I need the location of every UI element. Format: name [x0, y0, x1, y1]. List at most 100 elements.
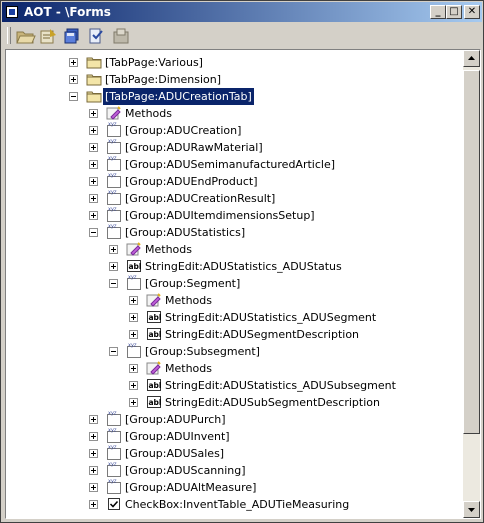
tree-node[interactable]: xyz [Group:ADUPurch]: [6, 411, 463, 428]
tree-node-label[interactable]: StringEdit:ADUStatistics_ADUSubsegment: [165, 377, 396, 394]
tree-node-label[interactable]: [Group:Subsegment]: [145, 343, 260, 360]
tree-node-label[interactable]: StringEdit:ADUSubSegmentDescription: [165, 394, 380, 411]
expand-icon[interactable]: [89, 109, 98, 118]
expand-icon[interactable]: [89, 211, 98, 220]
tree-node[interactable]: xyz [Group:ADUCreation]: [6, 122, 463, 139]
vertical-scrollbar[interactable]: [463, 50, 480, 518]
tree-node-label[interactable]: [Group:Segment]: [145, 275, 240, 292]
tree-node-label[interactable]: [Group:ADUSemimanufacturedArticle]: [125, 156, 335, 173]
tree-node[interactable]: xyz [Group:ADUEndProduct]: [6, 173, 463, 190]
import-icon[interactable]: [110, 26, 132, 46]
collapse-icon[interactable]: [69, 92, 78, 101]
tree-node-label[interactable]: [Group:ADUPurch]: [125, 411, 226, 428]
tree-node[interactable]: Methods: [6, 360, 463, 377]
expand-icon[interactable]: [109, 245, 118, 254]
expand-icon[interactable]: [89, 160, 98, 169]
tree-node[interactable]: xyz [Group:ADUScanning]: [6, 462, 463, 479]
tree-node[interactable]: Methods: [6, 292, 463, 309]
tree-node[interactable]: abl StringEdit:ADUStatistics_ADUStatus: [6, 258, 463, 275]
tree-node-label[interactable]: StringEdit:ADUSegmentDescription: [165, 326, 359, 343]
tree-node-label[interactable]: StringEdit:ADUStatistics_ADUStatus: [145, 258, 342, 275]
expand-icon[interactable]: [129, 398, 138, 407]
expand-icon[interactable]: [69, 58, 78, 67]
tree-node[interactable]: xyz [Group:ADUSales]: [6, 445, 463, 462]
tree-node[interactable]: abl StringEdit:ADUSubSegmentDescription: [6, 394, 463, 411]
tree-node-label[interactable]: [Group:ADUInvent]: [125, 428, 230, 445]
tree-node[interactable]: xyz [Group:Subsegment]: [6, 343, 463, 360]
tree-node-label[interactable]: Methods: [165, 292, 212, 309]
expand-icon[interactable]: [89, 483, 98, 492]
tree-node[interactable]: abl StringEdit:ADUStatistics_ADUSegment: [6, 309, 463, 326]
expand-icon[interactable]: [89, 194, 98, 203]
collapse-icon[interactable]: [109, 347, 118, 356]
tree-node-label[interactable]: [Group:ADUSales]: [125, 445, 224, 462]
open-folder-icon[interactable]: [14, 26, 36, 46]
tree-node[interactable]: Methods: [6, 241, 463, 258]
group-icon: xyz: [106, 462, 122, 478]
expand-icon[interactable]: [109, 262, 118, 271]
title-bar[interactable]: AOT - \Forms _ □ ✕: [2, 2, 482, 22]
tree-node-label[interactable]: [Group:ADURawMaterial]: [125, 139, 263, 156]
tree-node-label[interactable]: [Group:ADUScanning]: [125, 462, 246, 479]
tree-node[interactable]: abl StringEdit:ADUStatistics_ADUSubsegmen…: [6, 377, 463, 394]
tree-node[interactable]: xyz [Group:ADUItemdimensionsSetup]: [6, 207, 463, 224]
compile-icon[interactable]: [86, 26, 108, 46]
tree-node-label[interactable]: [Group:ADUItemdimensionsSetup]: [125, 207, 315, 224]
scroll-up-button[interactable]: [463, 50, 480, 67]
expand-icon[interactable]: [89, 500, 98, 509]
scroll-down-button[interactable]: [463, 501, 480, 518]
collapse-icon[interactable]: [89, 228, 98, 237]
minimize-button[interactable]: _: [430, 5, 446, 19]
tree-node[interactable]: xyz [Group:Segment]: [6, 275, 463, 292]
tree-node-label[interactable]: [TabPage:Various]: [105, 54, 203, 71]
scroll-thumb[interactable]: [463, 70, 480, 434]
maximize-button[interactable]: □: [446, 5, 462, 19]
tree-node-label[interactable]: Methods: [145, 241, 192, 258]
expand-icon[interactable]: [129, 296, 138, 305]
collapse-icon[interactable]: [109, 279, 118, 288]
tree-node-label[interactable]: [Group:ADUEndProduct]: [125, 173, 258, 190]
tree-node[interactable]: abl StringEdit:ADUSegmentDescription: [6, 326, 463, 343]
expand-icon[interactable]: [89, 466, 98, 475]
tree-node[interactable]: xyz [Group:ADUInvent]: [6, 428, 463, 445]
tree-node-label[interactable]: [TabPage:Dimension]: [105, 71, 221, 88]
tree-node-label[interactable]: [TabPage:ADUCreationTab]: [102, 87, 255, 106]
tree-node-label[interactable]: [Group:ADUStatistics]: [125, 224, 245, 241]
folder-icon: [86, 71, 102, 87]
folder-icon: [86, 54, 102, 70]
tree-node-label[interactable]: Methods: [125, 105, 172, 122]
tree-node-label[interactable]: CheckBox:InventTable_ADUTieMeasuring: [125, 496, 349, 513]
tree-node[interactable]: xyz [Group:ADUStatistics]: [6, 224, 463, 241]
toolbar-grip[interactable]: [7, 27, 11, 44]
expand-icon[interactable]: [129, 330, 138, 339]
tree-node[interactable]: xyz [Group:ADUAltMeasure]: [6, 479, 463, 496]
expand-icon[interactable]: [89, 126, 98, 135]
expand-icon[interactable]: [89, 415, 98, 424]
app-icon: [6, 6, 18, 18]
tree-node-label[interactable]: StringEdit:ADUStatistics_ADUSegment: [165, 309, 376, 326]
expand-icon[interactable]: [89, 177, 98, 186]
tree-node-label[interactable]: [Group:ADUCreationResult]: [125, 190, 275, 207]
tree-node-label[interactable]: Methods: [165, 360, 212, 377]
tree-node-label[interactable]: [Group:ADUCreation]: [125, 122, 241, 139]
tree-node[interactable]: [TabPage:Dimension]: [6, 71, 463, 88]
tree-node[interactable]: xyz [Group:ADUCreationResult]: [6, 190, 463, 207]
save-all-icon[interactable]: [62, 26, 84, 46]
expand-icon[interactable]: [89, 432, 98, 441]
close-button[interactable]: ✕: [464, 5, 480, 19]
tree-node[interactable]: CheckBox:InventTable_ADUTieMeasuring: [6, 496, 463, 513]
tree-node[interactable]: xyz [Group:ADURawMaterial]: [6, 139, 463, 156]
aot-tree-view[interactable]: [TabPage:Various] [TabPage:Dimension] [Tab…: [5, 49, 481, 519]
expand-icon[interactable]: [129, 313, 138, 322]
tree-node[interactable]: xyz [Group:ADUSemimanufacturedArticle]: [6, 156, 463, 173]
tree-node[interactable]: Methods: [6, 105, 463, 122]
tree-node[interactable]: [TabPage:ADUCreationTab]: [6, 87, 463, 106]
expand-icon[interactable]: [129, 364, 138, 373]
expand-icon[interactable]: [89, 143, 98, 152]
properties-icon[interactable]: [38, 26, 60, 46]
tree-node[interactable]: [TabPage:Various]: [6, 54, 463, 71]
expand-icon[interactable]: [129, 381, 138, 390]
expand-icon[interactable]: [89, 449, 98, 458]
tree-node-label[interactable]: [Group:ADUAltMeasure]: [125, 479, 256, 496]
expand-icon[interactable]: [69, 75, 78, 84]
